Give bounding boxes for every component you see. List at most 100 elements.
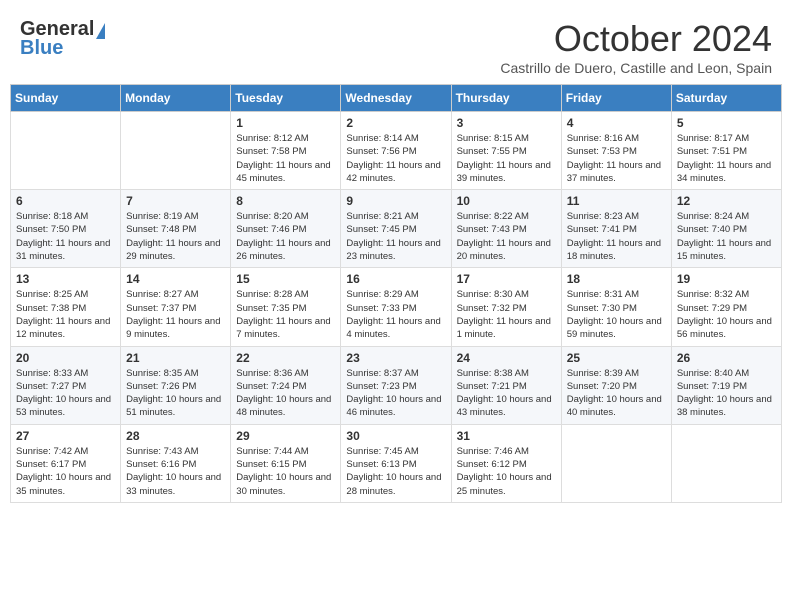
calendar-week-row: 6 Sunrise: 8:18 AMSunset: 7:50 PMDaylight…: [11, 190, 782, 268]
calendar-cell: 20Sunrise: 8:33 AMSunset: 7:27 PMDayligh…: [11, 346, 121, 424]
cell-line: Sunset: 7:32 PM: [457, 303, 527, 314]
day-number: 3: [457, 116, 556, 130]
calendar-cell: 19Sunrise: 8:32 AMSunset: 7:29 PMDayligh…: [671, 268, 781, 346]
cell-line: Sunset: 7:21 PM: [457, 381, 527, 392]
cell-content: Sunrise: 8:18 AMSunset: 7:50 PMDaylight:…: [16, 210, 115, 263]
cell-line: Daylight: 11 hours and 23 minutes.: [346, 238, 440, 262]
cell-line: Sunrise: 8:18 AM: [16, 211, 88, 222]
cell-line: Sunset: 7:19 PM: [677, 381, 747, 392]
cell-line: Sunset: 6:16 PM: [126, 459, 196, 470]
cell-line: Sunrise: 8:31 AM: [567, 289, 639, 300]
day-number: 8: [236, 194, 335, 208]
cell-line: Daylight: 11 hours and 29 minutes.: [126, 238, 220, 262]
cell-line: Sunrise: 8:28 AM: [236, 289, 308, 300]
day-number: 21: [126, 351, 225, 365]
cell-line: Sunrise: 8:24 AM: [677, 211, 749, 222]
day-header-friday: Friday: [561, 85, 671, 112]
day-header-thursday: Thursday: [451, 85, 561, 112]
cell-line: Daylight: 11 hours and 15 minutes.: [677, 238, 771, 262]
day-number: 20: [16, 351, 115, 365]
cell-line: Daylight: 11 hours and 31 minutes.: [16, 238, 110, 262]
day-number: 22: [236, 351, 335, 365]
cell-line: Sunset: 7:23 PM: [346, 381, 416, 392]
cell-content: Sunrise: 8:16 AM Sunset: 7:53 PM Daylight:…: [567, 132, 666, 185]
month-title: October 2024: [500, 18, 772, 60]
cell-content: Sunrise: 8:20 AMSunset: 7:46 PMDaylight:…: [236, 210, 335, 263]
cell-line: Sunrise: 8:22 AM: [457, 211, 529, 222]
day-number: 5: [677, 116, 776, 130]
calendar-cell: 8Sunrise: 8:20 AMSunset: 7:46 PMDaylight…: [231, 190, 341, 268]
cell-line: Sunrise: 8:30 AM: [457, 289, 529, 300]
cell-content: Sunrise: 8:15 AMSunset: 7:55 PMDaylight:…: [457, 132, 556, 185]
cell-line: Sunset: 7:46 PM: [236, 224, 306, 235]
cell-line: Sunset: 7:27 PM: [16, 381, 86, 392]
day-number: 16: [346, 272, 445, 286]
cell-content: Sunrise: 8:30 AM Sunset: 7:32 PM Daylight:…: [457, 288, 556, 341]
cell-line: Sunset: 7:41 PM: [567, 224, 637, 235]
calendar-cell: 7Sunrise: 8:19 AMSunset: 7:48 PMDaylight…: [121, 190, 231, 268]
cell-line: Sunrise: 8:29 AM: [346, 289, 418, 300]
calendar-cell: 22Sunrise: 8:36 AMSunset: 7:24 PMDayligh…: [231, 346, 341, 424]
calendar-cell: 27Sunrise: 7:42 AMSunset: 6:17 PMDayligh…: [11, 424, 121, 502]
cell-line: Sunrise: 8:39 AM: [567, 368, 639, 379]
day-number: 1: [236, 116, 335, 130]
cell-line: Sunset: 7:26 PM: [126, 381, 196, 392]
cell-line: Sunrise: 7:44 AM: [236, 446, 308, 457]
cell-line: Sunset: 7:53 PM: [567, 146, 637, 157]
cell-line: Sunrise: 8:23 AM: [567, 211, 639, 222]
cell-line: Daylight: 11 hours and 1 minute.: [457, 316, 551, 340]
cell-line: Daylight: 10 hours and 25 minutes.: [457, 472, 552, 496]
cell-line: Sunrise: 7:45 AM: [346, 446, 418, 457]
calendar-cell: 21 Sunrise: 8:35 AM Sunset: 7:26 PM Dayligh…: [121, 346, 231, 424]
logo: General Blue: [20, 18, 105, 60]
cell-line: Sunset: 7:35 PM: [236, 303, 306, 314]
day-number: 12: [677, 194, 776, 208]
cell-line: Sunset: 7:40 PM: [677, 224, 747, 235]
calendar-week-row: 13Sunrise: 8:25 AMSunset: 7:38 PMDayligh…: [11, 268, 782, 346]
calendar-cell: 9Sunrise: 8:21 AMSunset: 7:45 PMDaylight…: [341, 190, 451, 268]
cell-line: Sunrise: 8:25 AM: [16, 289, 88, 300]
cell-line: Daylight: 11 hours and 7 minutes.: [236, 316, 330, 340]
cell-content: Sunrise: 8:39 AMSunset: 7:20 PMDaylight:…: [567, 367, 666, 420]
day-number: 4: [567, 116, 666, 130]
cell-content: Sunrise: 7:44 AMSunset: 6:15 PMDaylight:…: [236, 445, 335, 498]
cell-line: Daylight: 10 hours and 53 minutes.: [16, 394, 111, 418]
calendar-cell: 14Sunrise: 8:27 AMSunset: 7:37 PMDayligh…: [121, 268, 231, 346]
cell-line: Sunrise: 8:37 AM: [346, 368, 418, 379]
day-number: 6: [16, 194, 115, 208]
cell-content: Sunrise: 8:23 AMSunset: 7:41 PMDaylight:…: [567, 210, 666, 263]
cell-line: Daylight: 11 hours and 37 minutes.: [567, 160, 661, 184]
cell-line: Sunrise: 8:16 AM: [567, 133, 639, 144]
cell-line: Daylight: 10 hours and 51 minutes.: [126, 394, 221, 418]
cell-line: Daylight: 10 hours and 35 minutes.: [16, 472, 111, 496]
cell-line: Daylight: 10 hours and 38 minutes.: [677, 394, 772, 418]
day-number: 11: [567, 194, 666, 208]
cell-content: Sunrise: 8:32 AMSunset: 7:29 PMDaylight:…: [677, 288, 776, 341]
calendar-cell: 12 Sunrise: 8:24 AM Sunset: 7:40 PM Dayligh…: [671, 190, 781, 268]
cell-line: Sunrise: 8:35 AM: [126, 368, 198, 379]
calendar-cell: 28Sunrise: 7:43 AMSunset: 6:16 PMDayligh…: [121, 424, 231, 502]
page-header: General Blue October 2024 Castrillo de D…: [10, 10, 782, 80]
cell-content: Sunrise: 8:31 AMSunset: 7:30 PMDaylight:…: [567, 288, 666, 341]
calendar-cell: 23Sunrise: 8:37 AMSunset: 7:23 PMDayligh…: [341, 346, 451, 424]
calendar-cell: 24Sunrise: 8:38 AMSunset: 7:21 PMDayligh…: [451, 346, 561, 424]
day-number: 2: [346, 116, 445, 130]
cell-line: Daylight: 11 hours and 4 minutes.: [346, 316, 440, 340]
calendar-cell: 1Sunrise: 8:12 AMSunset: 7:58 PMDaylight…: [231, 112, 341, 190]
cell-content: Sunrise: 8:22 AMSunset: 7:43 PMDaylight:…: [457, 210, 556, 263]
cell-line: Sunrise: 8:20 AM: [236, 211, 308, 222]
cell-line: Daylight: 10 hours and 59 minutes.: [567, 316, 662, 340]
day-number: 14: [126, 272, 225, 286]
calendar-cell: [561, 424, 671, 502]
title-block: October 2024 Castrillo de Duero, Castill…: [500, 18, 772, 76]
cell-line: Sunset: 7:58 PM: [236, 146, 306, 157]
cell-line: Sunset: 7:55 PM: [457, 146, 527, 157]
calendar-cell: [121, 112, 231, 190]
calendar-cell: 26Sunrise: 8:40 AMSunset: 7:19 PMDayligh…: [671, 346, 781, 424]
day-number: 27: [16, 429, 115, 443]
cell-line: Sunrise: 7:42 AM: [16, 446, 88, 457]
cell-content: Sunrise: 8:40 AMSunset: 7:19 PMDaylight:…: [677, 367, 776, 420]
cell-line: Daylight: 10 hours and 56 minutes.: [677, 316, 772, 340]
cell-line: Sunset: 7:33 PM: [346, 303, 416, 314]
calendar-cell: 16 Sunrise: 8:29 AM Sunset: 7:33 PM Dayligh…: [341, 268, 451, 346]
